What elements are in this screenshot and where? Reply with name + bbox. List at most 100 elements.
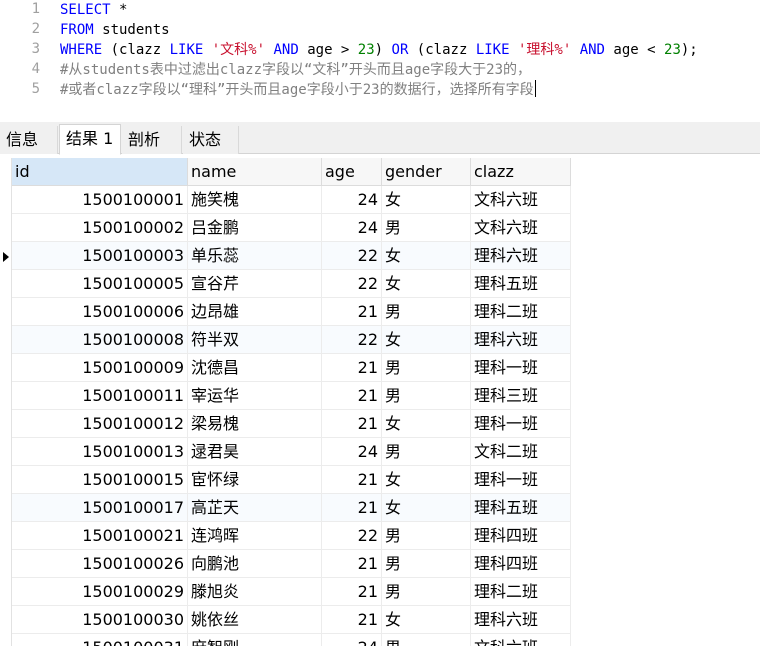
code-line-4[interactable]: #从students表中过滤出clazz字段以“文科”开头而且age字段大于23… [60,60,531,80]
table-row[interactable]: 1500100015 宦怀绿 21 女理科一班 [12,466,571,494]
cell-gender[interactable]: 男 [382,634,471,646]
cell-clazz[interactable]: 文科六班 [471,634,571,646]
cell-gender[interactable]: 男 [382,438,471,466]
cell-clazz[interactable]: 文科六班 [471,214,571,242]
cell-clazz[interactable]: 理科五班 [471,270,571,298]
cell-age[interactable]: 21 [322,578,382,606]
cell-id[interactable]: 1500100002 [12,214,188,242]
cell-id[interactable]: 1500100003 [12,242,188,270]
tab-info[interactable]: 信息 [0,126,58,154]
cell-clazz[interactable]: 理科三班 [471,382,571,410]
cell-gender[interactable]: 女 [382,410,471,438]
column-header-clazz[interactable]: clazz [471,158,571,186]
cell-name[interactable]: 符半双 [188,326,322,354]
cell-age[interactable]: 21 [322,410,382,438]
cell-age[interactable]: 22 [322,270,382,298]
cell-gender[interactable]: 女 [382,494,471,522]
code-line-3[interactable]: WHERE (clazz LIKE '文科%' AND age > 23) OR… [60,40,698,60]
table-row[interactable]: 1500100030 姚依丝 21 女理科六班 [12,606,571,634]
cell-clazz[interactable]: 理科六班 [471,606,571,634]
cell-age[interactable]: 21 [322,494,382,522]
table-row[interactable]: 1500100008 符半双 22 女理科六班 [12,326,571,354]
cell-clazz[interactable]: 文科二班 [471,438,571,466]
table-row[interactable]: 1500100002 吕金鹏 24 男文科六班 [12,214,571,242]
cell-name[interactable]: 向鹏池 [188,550,322,578]
table-row[interactable]: 1500100031麻智刚24男文科六班 [12,634,571,646]
code-line-2[interactable]: FROM students [60,20,170,40]
cell-clazz[interactable]: 理科四班 [471,550,571,578]
cell-age[interactable]: 21 [322,606,382,634]
cell-name[interactable]: 单乐蕊 [188,242,322,270]
cell-name[interactable]: 宰运华 [188,382,322,410]
cell-id[interactable]: 1500100008 [12,326,188,354]
cell-clazz[interactable]: 理科四班 [471,522,571,550]
cell-gender[interactable]: 女 [382,326,471,354]
cell-id[interactable]: 1500100015 [12,466,188,494]
cell-id[interactable]: 1500100009 [12,354,188,382]
cell-name[interactable]: 边昂雄 [188,298,322,326]
table-row[interactable]: 1500100009 沈德昌 21 男理科一班 [12,354,571,382]
cell-gender[interactable]: 男 [382,578,471,606]
table-row[interactable]: 1500100017 高芷天 21 女理科五班 [12,494,571,522]
table-row[interactable]: 1500100001 施笑槐 24 女文科六班 [12,186,571,214]
cell-id[interactable]: 1500100031 [12,634,188,646]
table-row[interactable]: 1500100003 单乐蕊 22 女理科六班 [12,242,571,270]
cell-age[interactable]: 24 [322,634,382,646]
sql-editor[interactable]: 1 2 3 4 5 SELECT * FROM students WHERE (… [0,0,760,118]
tab-profile[interactable]: 剖析 [122,126,182,154]
cell-gender[interactable]: 女 [382,466,471,494]
cell-gender[interactable]: 男 [382,382,471,410]
cell-gender[interactable]: 女 [382,242,471,270]
cell-clazz[interactable]: 理科二班 [471,578,571,606]
cell-gender[interactable]: 男 [382,298,471,326]
cell-id[interactable]: 1500100021 [12,522,188,550]
cell-clazz[interactable]: 理科一班 [471,466,571,494]
cell-age[interactable]: 21 [322,354,382,382]
cell-id[interactable]: 1500100029 [12,578,188,606]
cell-age[interactable]: 24 [322,214,382,242]
cell-name[interactable]: 宦怀绿 [188,466,322,494]
cell-gender[interactable]: 女 [382,606,471,634]
cell-name[interactable]: 滕旭炎 [188,578,322,606]
cell-name[interactable]: 麻智刚 [188,634,322,646]
table-row[interactable]: 1500100006 边昂雄 21 男理科二班 [12,298,571,326]
cell-clazz[interactable]: 理科六班 [471,326,571,354]
cell-name[interactable]: 高芷天 [188,494,322,522]
cell-name[interactable]: 姚依丝 [188,606,322,634]
cell-age[interactable]: 21 [322,382,382,410]
cell-age[interactable]: 22 [322,522,382,550]
cell-gender[interactable]: 女 [382,270,471,298]
cell-name[interactable]: 梁易槐 [188,410,322,438]
cell-id[interactable]: 1500100006 [12,298,188,326]
cell-name[interactable]: 施笑槐 [188,186,322,214]
cell-age[interactable]: 21 [322,550,382,578]
cell-age[interactable]: 21 [322,466,382,494]
table-row[interactable]: 1500100005 宣谷芹 22 女理科五班 [12,270,571,298]
cell-age[interactable]: 24 [322,438,382,466]
cell-age[interactable]: 21 [322,298,382,326]
table-row[interactable]: 1500100013 逯君昊 24 男文科二班 [12,438,571,466]
table-row[interactable]: 1500100021 连鸿晖 22 男理科四班 [12,522,571,550]
cell-id[interactable]: 1500100030 [12,606,188,634]
cell-clazz[interactable]: 文科六班 [471,186,571,214]
cell-gender[interactable]: 男 [382,550,471,578]
code-line-1[interactable]: SELECT * [60,0,127,20]
cell-id[interactable]: 1500100011 [12,382,188,410]
cell-gender[interactable]: 男 [382,522,471,550]
cell-gender[interactable]: 男 [382,214,471,242]
cell-name[interactable]: 沈德昌 [188,354,322,382]
tab-result-1[interactable]: 结果 1 [59,124,121,155]
table-row[interactable]: 1500100011 宰运华 21 男理科三班 [12,382,571,410]
cell-gender[interactable]: 男 [382,354,471,382]
cell-id[interactable]: 1500100005 [12,270,188,298]
cell-age[interactable]: 22 [322,326,382,354]
tab-status[interactable]: 状态 [183,126,239,154]
cell-name[interactable]: 逯君昊 [188,438,322,466]
cell-clazz[interactable]: 理科五班 [471,494,571,522]
cell-clazz[interactable]: 理科二班 [471,298,571,326]
cell-clazz[interactable]: 理科一班 [471,410,571,438]
column-header-gender[interactable]: gender [382,158,471,186]
cell-age[interactable]: 24 [322,186,382,214]
column-header-id[interactable]: id [12,158,188,186]
code-line-5[interactable]: #或者clazz字段以“理科”开头而且age字段小于23的数据行，选择所有字段 [60,80,536,100]
